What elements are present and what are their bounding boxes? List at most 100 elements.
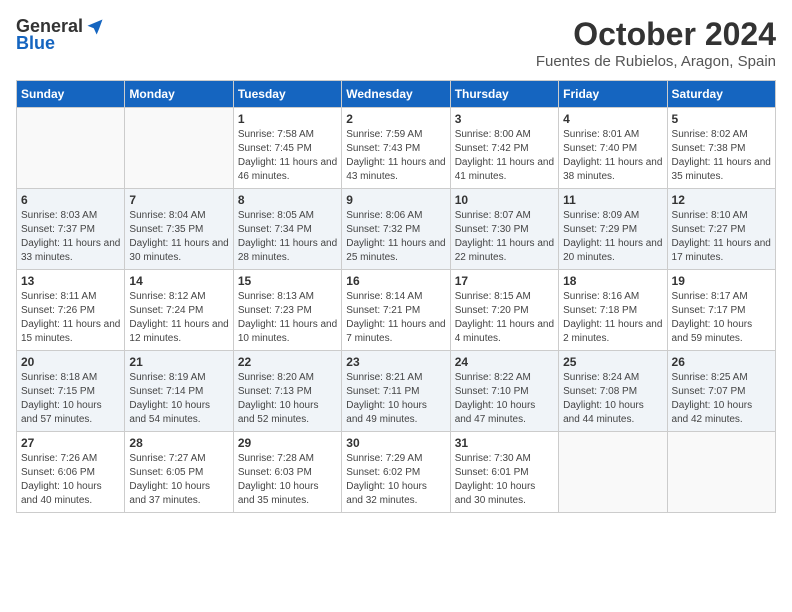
calendar-cell: 8 Sunrise: 8:05 AM Sunset: 7:34 PM Daylig… <box>233 189 341 270</box>
calendar-cell: 28 Sunrise: 7:27 AM Sunset: 6:05 PM Dayli… <box>125 432 233 513</box>
day-info: Sunrise: 7:58 AM Sunset: 7:45 PM Dayligh… <box>238 128 337 184</box>
day-info: Sunrise: 8:00 AM Sunset: 7:42 PM Dayligh… <box>455 128 554 184</box>
calendar-cell: 30Sunrise: 7:29 AM Sunset: 6:02 PM Dayli… <box>342 432 450 513</box>
calendar-cell: 2Sunrise: 7:59 AM Sunset: 7:43 PM Daylig… <box>342 108 450 189</box>
day-number: 6 <box>21 193 120 207</box>
day-info: Sunrise: 8:02 AM Sunset: 7:38 PM Dayligh… <box>672 128 771 184</box>
day-number: 16 <box>346 274 445 288</box>
day-info: Sunrise: 8:05 AM Sunset: 7:34 PM Dayligh… <box>238 209 337 265</box>
day-info: Sunrise: 8:11 AM Sunset: 7:26 PM Dayligh… <box>21 290 120 346</box>
calendar-week-row: 1Sunrise: 7:58 AM Sunset: 7:45 PM Daylig… <box>17 108 776 189</box>
calendar-cell: 1Sunrise: 7:58 AM Sunset: 7:45 PM Daylig… <box>233 108 341 189</box>
logo: General Blue <box>16 16 105 54</box>
day-number: 20 <box>21 355 120 369</box>
calendar-cell: 20 Sunrise: 8:18 AM Sunset: 7:15 PM Dayli… <box>17 351 125 432</box>
day-number: 18 <box>563 274 662 288</box>
day-number: 26 <box>672 355 771 369</box>
calendar-cell: 4Sunrise: 8:01 AM Sunset: 7:40 PM Daylig… <box>559 108 667 189</box>
calendar-cell: 17 Sunrise: 8:15 AM Sunset: 7:20 PM Dayli… <box>450 270 558 351</box>
weekday-header-row: SundayMondayTuesdayWednesdayThursdayFrid… <box>17 81 776 108</box>
day-number: 19 <box>672 274 771 288</box>
weekday-header: Wednesday <box>342 81 450 108</box>
day-number: 4 <box>563 112 662 126</box>
day-number: 5 <box>672 112 771 126</box>
calendar-cell: 19Sunrise: 8:17 AM Sunset: 7:17 PM Dayli… <box>667 270 775 351</box>
logo-bird-icon <box>85 17 105 37</box>
day-info: Sunrise: 8:15 AM Sunset: 7:20 PM Dayligh… <box>455 290 554 346</box>
calendar-cell <box>667 432 775 513</box>
day-number: 17 <box>455 274 554 288</box>
day-info: Sunrise: 8:25 AM Sunset: 7:07 PM Dayligh… <box>672 371 771 427</box>
day-number: 25 <box>563 355 662 369</box>
calendar-cell <box>125 108 233 189</box>
calendar-cell: 9 Sunrise: 8:06 AM Sunset: 7:32 PM Daylig… <box>342 189 450 270</box>
weekday-header: Sunday <box>17 81 125 108</box>
day-number: 31 <box>455 436 554 450</box>
day-info: Sunrise: 8:18 AM Sunset: 7:15 PM Dayligh… <box>21 371 120 427</box>
calendar-cell: 23Sunrise: 8:21 AM Sunset: 7:11 PM Dayli… <box>342 351 450 432</box>
weekday-header: Tuesday <box>233 81 341 108</box>
calendar-cell: 21 Sunrise: 8:19 AM Sunset: 7:14 PM Dayli… <box>125 351 233 432</box>
day-info: Sunrise: 8:03 AM Sunset: 7:37 PM Dayligh… <box>21 209 120 265</box>
day-info: Sunrise: 8:22 AM Sunset: 7:10 PM Dayligh… <box>455 371 554 427</box>
page-header: General Blue October 2024 Fuentes de Rub… <box>16 16 776 70</box>
day-info: Sunrise: 7:28 AM Sunset: 6:03 PM Dayligh… <box>238 452 337 508</box>
day-info: Sunrise: 7:59 AM Sunset: 7:43 PM Dayligh… <box>346 128 445 184</box>
calendar-week-row: 6 Sunrise: 8:03 AM Sunset: 7:37 PM Daylig… <box>17 189 776 270</box>
day-number: 22 <box>238 355 337 369</box>
calendar-cell: 22 Sunrise: 8:20 AM Sunset: 7:13 PM Dayli… <box>233 351 341 432</box>
calendar-cell: 24 Sunrise: 8:22 AM Sunset: 7:10 PM Dayli… <box>450 351 558 432</box>
day-info: Sunrise: 8:24 AM Sunset: 7:08 PM Dayligh… <box>563 371 662 427</box>
day-number: 10 <box>455 193 554 207</box>
calendar-cell <box>559 432 667 513</box>
weekday-header: Monday <box>125 81 233 108</box>
calendar-week-row: 27Sunrise: 7:26 AM Sunset: 6:06 PM Dayli… <box>17 432 776 513</box>
day-info: Sunrise: 8:09 AM Sunset: 7:29 PM Dayligh… <box>563 209 662 265</box>
title-section: October 2024 Fuentes de Rubielos, Aragon… <box>536 16 776 70</box>
calendar-cell: 12 Sunrise: 8:10 AM Sunset: 7:27 PM Dayli… <box>667 189 775 270</box>
day-number: 24 <box>455 355 554 369</box>
day-info: Sunrise: 8:16 AM Sunset: 7:18 PM Dayligh… <box>563 290 662 346</box>
day-info: Sunrise: 8:14 AM Sunset: 7:21 PM Dayligh… <box>346 290 445 346</box>
day-info: Sunrise: 8:20 AM Sunset: 7:13 PM Dayligh… <box>238 371 337 427</box>
calendar-cell: 25 Sunrise: 8:24 AM Sunset: 7:08 PM Dayli… <box>559 351 667 432</box>
day-info: Sunrise: 7:27 AM Sunset: 6:05 PM Dayligh… <box>129 452 228 508</box>
calendar-cell: 29 Sunrise: 7:28 AM Sunset: 6:03 PM Dayli… <box>233 432 341 513</box>
day-number: 3 <box>455 112 554 126</box>
calendar-cell: 26 Sunrise: 8:25 AM Sunset: 7:07 PM Dayli… <box>667 351 775 432</box>
calendar-cell <box>17 108 125 189</box>
day-info: Sunrise: 8:19 AM Sunset: 7:14 PM Dayligh… <box>129 371 228 427</box>
day-number: 8 <box>238 193 337 207</box>
calendar-cell: 27Sunrise: 7:26 AM Sunset: 6:06 PM Dayli… <box>17 432 125 513</box>
day-info: Sunrise: 8:21 AM Sunset: 7:11 PM Dayligh… <box>346 371 445 427</box>
calendar-cell: 15 Sunrise: 8:13 AM Sunset: 7:23 PM Dayli… <box>233 270 341 351</box>
location-subtitle: Fuentes de Rubielos, Aragon, Spain <box>536 53 776 70</box>
month-title: October 2024 <box>536 16 776 53</box>
day-info: Sunrise: 8:13 AM Sunset: 7:23 PM Dayligh… <box>238 290 337 346</box>
day-number: 14 <box>129 274 228 288</box>
calendar-cell: 14 Sunrise: 8:12 AM Sunset: 7:24 PM Dayli… <box>125 270 233 351</box>
day-info: Sunrise: 8:10 AM Sunset: 7:27 PM Dayligh… <box>672 209 771 265</box>
day-info: Sunrise: 8:04 AM Sunset: 7:35 PM Dayligh… <box>129 209 228 265</box>
day-number: 13 <box>21 274 120 288</box>
calendar-cell: 7Sunrise: 8:04 AM Sunset: 7:35 PM Daylig… <box>125 189 233 270</box>
weekday-header: Saturday <box>667 81 775 108</box>
calendar-cell: 6 Sunrise: 8:03 AM Sunset: 7:37 PM Daylig… <box>17 189 125 270</box>
day-number: 12 <box>672 193 771 207</box>
day-number: 29 <box>238 436 337 450</box>
day-number: 28 <box>129 436 228 450</box>
day-info: Sunrise: 8:12 AM Sunset: 7:24 PM Dayligh… <box>129 290 228 346</box>
day-number: 15 <box>238 274 337 288</box>
day-number: 21 <box>129 355 228 369</box>
calendar-cell: 5 Sunrise: 8:02 AM Sunset: 7:38 PM Daylig… <box>667 108 775 189</box>
calendar-cell: 11 Sunrise: 8:09 AM Sunset: 7:29 PM Dayli… <box>559 189 667 270</box>
day-info: Sunrise: 8:06 AM Sunset: 7:32 PM Dayligh… <box>346 209 445 265</box>
day-number: 9 <box>346 193 445 207</box>
calendar-table: SundayMondayTuesdayWednesdayThursdayFrid… <box>16 80 776 513</box>
calendar-cell: 13 Sunrise: 8:11 AM Sunset: 7:26 PM Dayli… <box>17 270 125 351</box>
calendar-week-row: 20 Sunrise: 8:18 AM Sunset: 7:15 PM Dayli… <box>17 351 776 432</box>
calendar-week-row: 13 Sunrise: 8:11 AM Sunset: 7:26 PM Dayli… <box>17 270 776 351</box>
logo-blue: Blue <box>16 33 55 54</box>
calendar-cell: 31Sunrise: 7:30 AM Sunset: 6:01 PM Dayli… <box>450 432 558 513</box>
day-number: 11 <box>563 193 662 207</box>
